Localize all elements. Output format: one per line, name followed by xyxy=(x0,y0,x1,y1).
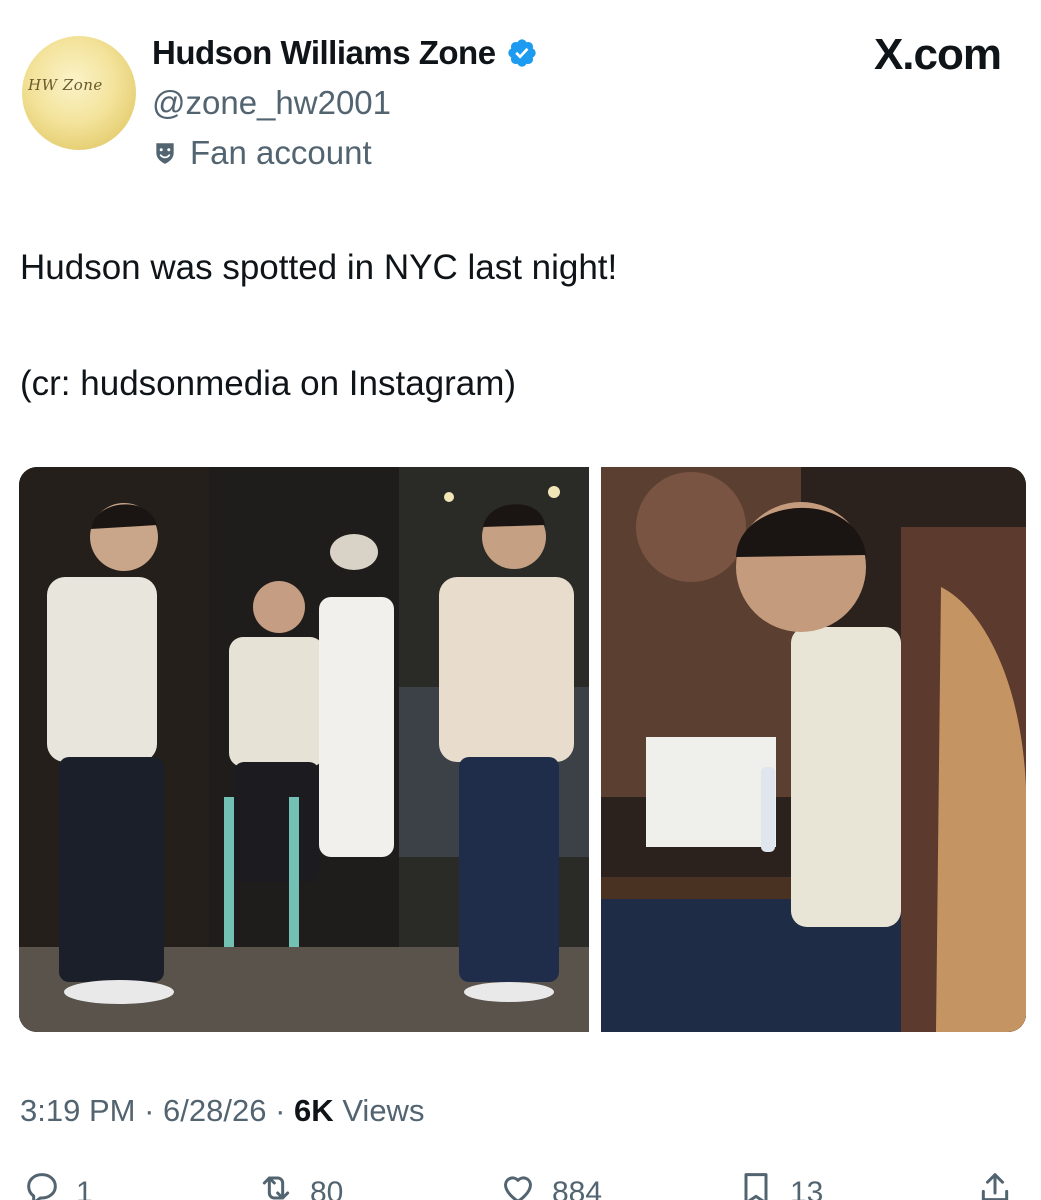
share-button[interactable] xyxy=(975,1168,1015,1200)
tweet-media xyxy=(19,467,1026,1032)
action-bar: 1 80 884 13 xyxy=(0,1168,1041,1200)
photo-collage[interactable] xyxy=(19,467,589,1032)
tweet-date[interactable]: 6/28/26 xyxy=(163,1093,266,1128)
views-count: 6K xyxy=(294,1093,334,1128)
bookmark-count: 13 xyxy=(790,1176,824,1200)
avatar[interactable]: HW Zone xyxy=(22,36,136,150)
fan-account-icon xyxy=(156,143,174,164)
views-label: Views xyxy=(342,1093,425,1128)
meta-separator: · xyxy=(144,1093,155,1128)
bookmark-button[interactable]: 13 xyxy=(736,1168,823,1200)
reply-count: 1 xyxy=(76,1176,93,1200)
photo-close-up[interactable] xyxy=(601,467,1026,1032)
repost-count: 80 xyxy=(310,1176,344,1200)
verified-badge-icon xyxy=(507,39,536,67)
author-name-row: Hudson Williams Zone xyxy=(152,34,538,72)
account-label-text: Fan account xyxy=(190,134,372,171)
repost-icon xyxy=(262,1176,290,1200)
reply-button[interactable]: 1 xyxy=(22,1168,93,1200)
tweet-time[interactable]: 3:19 PM xyxy=(20,1093,135,1128)
heart-icon xyxy=(504,1176,532,1200)
tweet-text-line-2: (cr: hudsonmedia on Instagram) xyxy=(20,364,517,403)
account-label: Fan account xyxy=(152,134,372,172)
like-button[interactable]: 884 xyxy=(498,1168,602,1200)
tweet-text-line-1: Hudson was spotted in NYC last night! xyxy=(20,248,618,287)
photo-close-up-image xyxy=(601,467,1026,1032)
photo-collage-image xyxy=(19,467,589,1032)
repost-button[interactable]: 80 xyxy=(256,1168,343,1200)
handle[interactable]: @zone_hw2001 xyxy=(152,84,391,122)
reply-icon xyxy=(27,1173,57,1200)
display-name[interactable]: Hudson Williams Zone xyxy=(152,34,496,72)
share-icon xyxy=(981,1173,1009,1200)
like-count: 884 xyxy=(552,1176,603,1200)
tweet-meta: 3:19 PM · 6/28/26 · 6K Views xyxy=(20,1093,424,1129)
avatar-logo-text: HW Zone xyxy=(28,76,103,94)
bookmark-icon xyxy=(744,1173,768,1200)
site-wordmark: X.com xyxy=(873,30,1002,79)
meta-separator: · xyxy=(275,1093,286,1128)
